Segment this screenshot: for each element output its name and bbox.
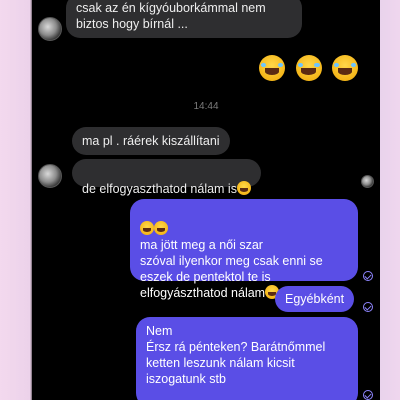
laughing-tears-emoji [332, 55, 358, 81]
seen-avatar [361, 175, 374, 188]
outgoing-message[interactable]: ma jött meg a női szar szóval ilyenkor m… [130, 199, 358, 300]
laughing-tears-emoji [154, 221, 168, 235]
read-check-icon [363, 302, 373, 312]
emoji-row [259, 55, 358, 84]
read-check-icon [363, 271, 373, 281]
laughing-tears-emoji [140, 221, 154, 235]
laughing-tears-emoji [259, 55, 286, 81]
incoming-message[interactable]: ma pl . ráérek kiszállítani [72, 127, 230, 155]
message-text: de elfogyaszthatod nálam is [82, 182, 237, 196]
outgoing-message[interactable]: Nem Érsz rá pénteken? Barátnőmmel ketten… [136, 317, 358, 400]
incoming-message[interactable]: de elfogyaszthatod nálam is [72, 159, 261, 196]
avatar[interactable] [38, 164, 62, 188]
incoming-message[interactable]: csak az én kígyóuborkámmal nem biztos ho… [66, 0, 302, 38]
grinning-sweat-emoji [236, 181, 251, 195]
avatar[interactable] [38, 17, 62, 41]
outgoing-message[interactable]: Egyébként [275, 286, 355, 312]
laughing-tears-emoji [295, 55, 322, 81]
timestamp: 14:44 [193, 101, 219, 112]
read-check-icon [363, 390, 373, 400]
chat-screen: csak az én kígyóuborkámmal nem biztos ho… [32, 0, 380, 400]
